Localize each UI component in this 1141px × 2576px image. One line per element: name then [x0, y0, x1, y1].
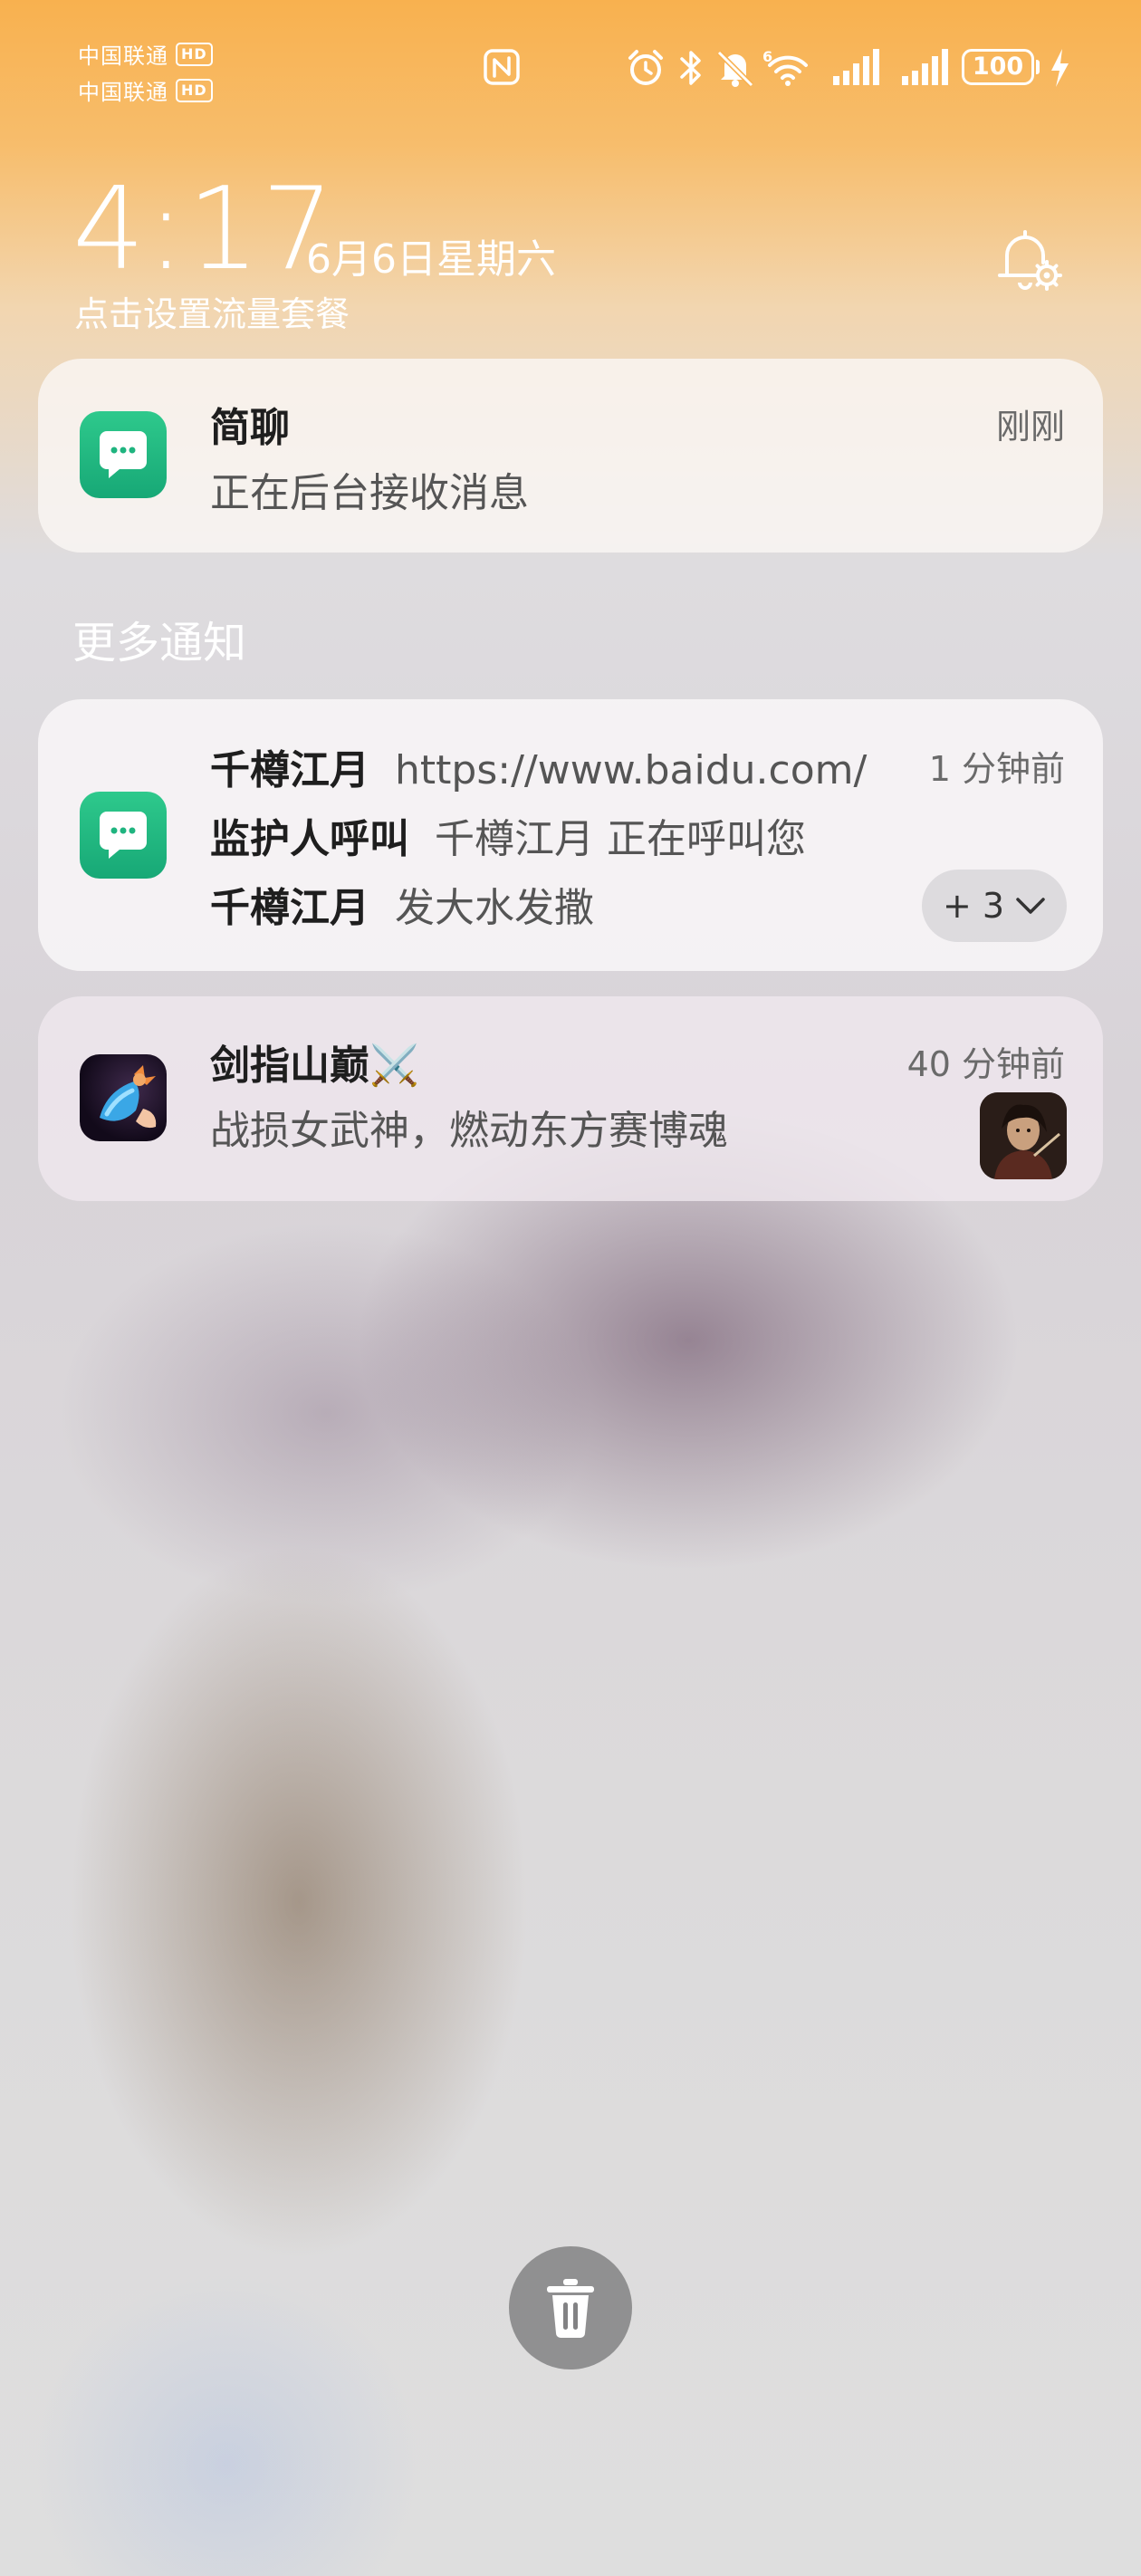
- game-app-icon: [80, 1054, 167, 1141]
- message-sender: 千樽江月: [210, 885, 369, 931]
- expand-group-button[interactable]: + 3: [922, 870, 1067, 942]
- more-notifications-header: 更多通知: [72, 618, 247, 668]
- carrier-1: 中国联通 HD: [78, 38, 213, 70]
- message-text: 发大水发撒: [395, 885, 594, 931]
- notification-app-name: 剑指山巅: [210, 1043, 369, 1089]
- carrier-2: 中国联通 HD: [78, 74, 213, 106]
- crossed-swords-emoji: ⚔️: [369, 1043, 419, 1089]
- message-text: 千樽江月 正在呼叫您: [435, 816, 806, 862]
- notification-time: 刚刚: [995, 407, 1065, 447]
- chat-app-icon: [80, 411, 167, 498]
- notification-thumbnail: [980, 1092, 1067, 1179]
- notification-card-chat-group[interactable]: 千樽江月 https://www.baidu.com/ 监护人呼叫 千樽江月 正在呼…: [38, 699, 1103, 971]
- mute-icon: [716, 50, 754, 88]
- clock-time: 4:17: [72, 162, 336, 295]
- data-plan-link[interactable]: 点击设置流量套餐: [74, 286, 350, 336]
- notification-card-game[interactable]: 剑指山巅⚔️ 战损女武神，燃动东方赛博魂 40 分钟前: [38, 996, 1103, 1201]
- wifi-6-icon: 6: [762, 48, 808, 86]
- charging-icon: [1051, 49, 1069, 87]
- notification-time: 1 分钟前: [928, 749, 1065, 789]
- chevron-down-icon: [1016, 898, 1045, 914]
- notification-time: 40 分钟前: [906, 1044, 1065, 1084]
- battery-tip: [1036, 60, 1040, 74]
- message-line: 监护人呼叫 千樽江月 正在呼叫您: [210, 806, 806, 864]
- signal-icon: [902, 49, 948, 85]
- notification-settings-icon[interactable]: [992, 223, 1065, 295]
- message-text: https://www.baidu.com/: [395, 747, 868, 793]
- nfc-icon: [484, 49, 520, 85]
- notification-app-name: 简聊: [210, 405, 290, 451]
- notification-card-ongoing[interactable]: 简聊 正在后台接收消息 刚刚: [38, 359, 1103, 553]
- hd-badge: HD: [176, 42, 213, 66]
- message-line: 千樽江月 https://www.baidu.com/: [210, 737, 867, 795]
- clear-all-button[interactable]: [509, 2246, 632, 2369]
- alarm-icon: [628, 50, 663, 85]
- signal-icon: [833, 49, 879, 85]
- chat-app-icon: [80, 792, 167, 879]
- notification-text: 战损女武神，燃动东方赛博魂: [210, 1108, 728, 1154]
- message-sender: 监护人呼叫: [210, 816, 409, 862]
- notification-text: 正在后台接收消息: [210, 470, 529, 516]
- chat-bubble-icon: [100, 812, 147, 859]
- chat-bubble-icon: [100, 431, 147, 478]
- message-sender: 千樽江月: [210, 747, 369, 793]
- battery-level: 100: [972, 53, 1024, 81]
- hd-badge: HD: [176, 78, 213, 102]
- notification-title: 剑指山巅⚔️: [210, 1033, 419, 1091]
- battery-icon: 100: [962, 49, 1034, 85]
- trash-icon: [547, 2279, 594, 2338]
- carrier-1-label: 中国联通: [78, 43, 168, 69]
- message-line: 千樽江月 发大水发撒: [210, 875, 594, 933]
- date-label: 6月6日星期六: [306, 236, 556, 283]
- bluetooth-icon: [680, 51, 701, 85]
- warrior-thumbnail-image: [980, 1092, 1067, 1179]
- more-count: + 3: [942, 886, 1005, 926]
- game-logo-icon: [100, 1065, 157, 1129]
- carrier-2-label: 中国联通: [78, 80, 168, 105]
- status-bar: 中国联通 HD 中国联通 HD 6 100: [0, 0, 1141, 145]
